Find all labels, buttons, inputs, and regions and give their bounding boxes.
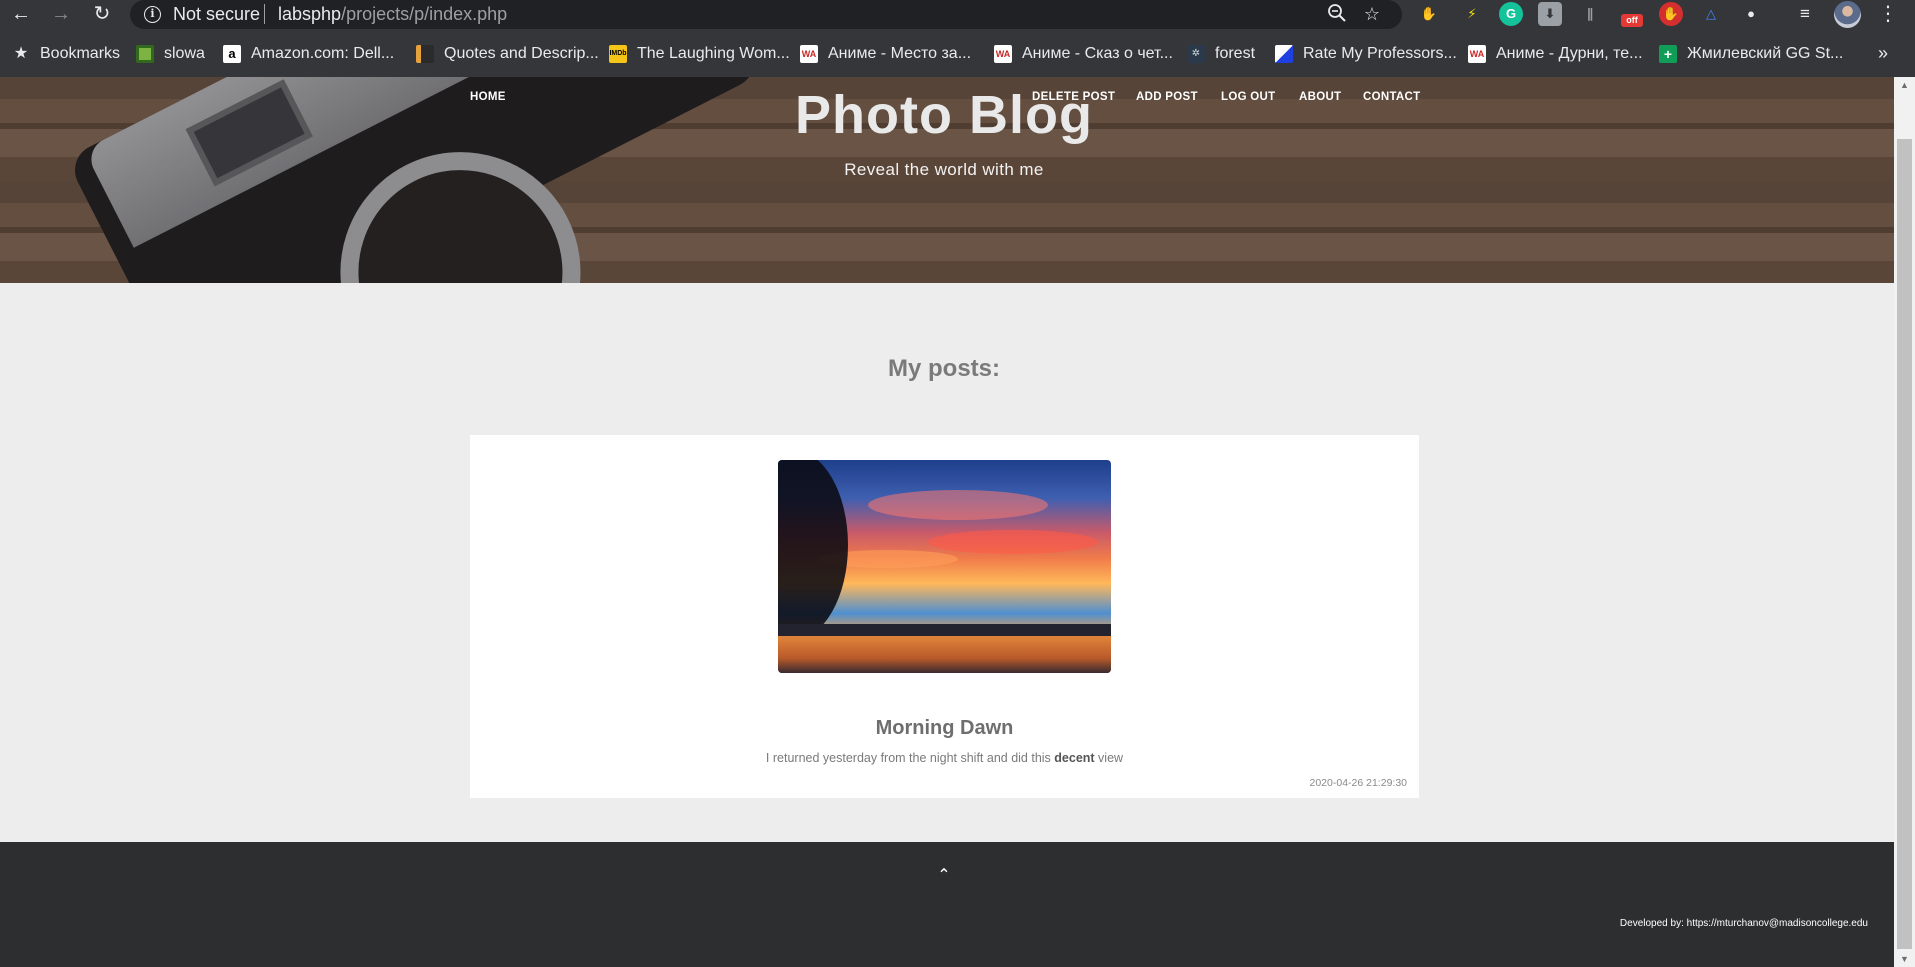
bookmark-quotes[interactable]: Quotes and Descrip...	[416, 43, 599, 65]
cloud-shape	[868, 490, 1048, 520]
stop-hand-icon[interactable]: ✋	[1659, 2, 1683, 26]
page-scrollbar[interactable]: ▲ ▼	[1894, 77, 1915, 967]
back-button[interactable]: ←	[8, 2, 34, 26]
imdb-icon: IMDb	[609, 45, 627, 63]
hand-icon[interactable]: ✋	[1417, 2, 1441, 26]
browser-menu-icon[interactable]: ⋮	[1878, 2, 1898, 26]
hero-banner: HOME DELETE POST ADD POST LOG OUT ABOUT …	[0, 77, 1894, 283]
post-body: I returned yesterday from the night shif…	[470, 751, 1419, 765]
site-footer: ⌃ Developed by: https://mturchanov@madis…	[0, 842, 1894, 967]
cloud-shape	[928, 530, 1098, 554]
address-separator	[264, 4, 265, 24]
bookmark-sheet[interactable]: + Жмилевский GG St...	[1659, 43, 1843, 65]
wa-icon: WA	[800, 45, 818, 63]
bookmarks-bar: ★ Bookmarks slowa a Amazon.com: Dell... …	[0, 40, 1915, 68]
back-to-top-icon[interactable]: ⌃	[931, 866, 957, 886]
developer-credit[interactable]: Developed by: https://mturchanov@madison…	[1620, 918, 1868, 929]
forward-button[interactable]: →	[48, 2, 74, 26]
bookmark-label: Bookmarks	[40, 45, 121, 62]
bookmark-label: Amazon.com: Dell...	[251, 45, 395, 62]
bookmark-label: The Laughing Wom...	[637, 45, 790, 62]
site-subtitle: Reveal the world with me	[844, 160, 1044, 179]
zoom-icon[interactable]	[1326, 3, 1348, 25]
tree-silhouette	[778, 460, 848, 640]
signal-icon[interactable]: ∥	[1578, 2, 1602, 26]
bookmark-label: Rate My Professors...	[1303, 45, 1457, 62]
wa-icon: WA	[1468, 45, 1486, 63]
off-badge-icon[interactable]: off	[1621, 14, 1643, 27]
profile-avatar[interactable]	[1834, 1, 1861, 28]
bookmark-amazon[interactable]: a Amazon.com: Dell...	[223, 43, 394, 65]
star-icon: ★	[13, 45, 29, 62]
section-title: My posts:	[887, 355, 1000, 382]
bookmark-label: forest	[1215, 45, 1256, 62]
bookmark-rmp[interactable]: Rate My Professors...	[1275, 43, 1457, 65]
horizon-line	[778, 624, 1111, 636]
url-path: /projects/p/index.php	[341, 4, 508, 24]
browser-toolbar: ← → ↻ i Not secure labsphp/projects/p/in…	[0, 0, 1915, 29]
bookmark-label: Жмилевский GG St...	[1687, 45, 1844, 62]
bookmark-label: Quotes and Descrip...	[444, 45, 599, 62]
scroll-up-icon[interactable]: ▲	[1894, 77, 1915, 93]
bookmark-label: slowa	[164, 45, 205, 62]
save-icon[interactable]: ⬇	[1538, 2, 1562, 26]
sheets-icon: +	[1659, 45, 1677, 63]
bookmark-imdb[interactable]: IMDb The Laughing Wom...	[609, 43, 790, 65]
quotes-icon	[416, 45, 434, 63]
bookmark-label: Аниме - Дурни, те...	[1496, 45, 1643, 62]
address-bar[interactable]: i Not secure labsphp/projects/p/index.ph…	[130, 0, 1402, 29]
star-icon[interactable]: ☆	[1361, 3, 1383, 25]
post-body-text: I returned yesterday from the night shif…	[765, 751, 1055, 765]
bookmarks-folder[interactable]: ★ Bookmarks	[12, 43, 120, 65]
url-text[interactable]: labsphp/projects/p/index.php	[278, 4, 507, 24]
bolt-icon[interactable]: ⚡	[1460, 2, 1484, 26]
post-image[interactable]	[778, 460, 1111, 673]
queue-icon[interactable]: ≡	[1793, 2, 1817, 26]
amazon-icon: a	[223, 45, 241, 63]
bookmark-anime-3[interactable]: WA Аниме - Дурни, те...	[1468, 43, 1643, 65]
square-icon	[136, 45, 154, 63]
site-title: Photo Blog	[795, 85, 1093, 145]
scroll-down-icon[interactable]: ▼	[1894, 951, 1915, 967]
bookmark-label: Аниме - Место за...	[828, 45, 972, 62]
post-date: 2020-04-26 21:29:30	[1309, 777, 1408, 789]
grammarly-icon[interactable]: G	[1499, 2, 1523, 26]
security-label[interactable]: Not secure	[173, 4, 260, 24]
drive-icon[interactable]: △	[1699, 2, 1723, 26]
wa-icon: WA	[994, 45, 1012, 63]
reload-button[interactable]: ↻	[89, 2, 115, 26]
post-card: Morning Dawn I returned yesterday from t…	[470, 435, 1419, 798]
site-info-icon[interactable]: i	[144, 6, 161, 23]
page-viewport: HOME DELETE POST ADD POST LOG OUT ABOUT …	[0, 77, 1894, 967]
water-reflection	[778, 636, 1111, 673]
bookmark-anime-2[interactable]: WA Аниме - Сказ о чет...	[994, 43, 1173, 65]
post-body-bold: decent	[1054, 751, 1095, 765]
post-title: Morning Dawn	[875, 717, 1014, 739]
scrollbar-thumb[interactable]	[1897, 139, 1912, 949]
bookmark-forest[interactable]: ✲ forest	[1187, 43, 1255, 65]
bookmark-slowa[interactable]: slowa	[136, 43, 205, 65]
bookmark-anime-1[interactable]: WA Аниме - Место за...	[800, 43, 971, 65]
url-host: labsphp	[278, 4, 342, 24]
rmp-icon	[1275, 45, 1293, 63]
snowflake-icon: ✲	[1187, 45, 1205, 63]
bookmark-label: Аниме - Сказ о чет...	[1022, 45, 1173, 62]
browser-chrome: ← → ↻ i Not secure labsphp/projects/p/in…	[0, 0, 1915, 77]
dots-icon[interactable]: ●	[1739, 2, 1763, 26]
post-body-text-end: view	[1094, 751, 1124, 765]
bookmarks-overflow-icon[interactable]: »	[1878, 43, 1888, 64]
